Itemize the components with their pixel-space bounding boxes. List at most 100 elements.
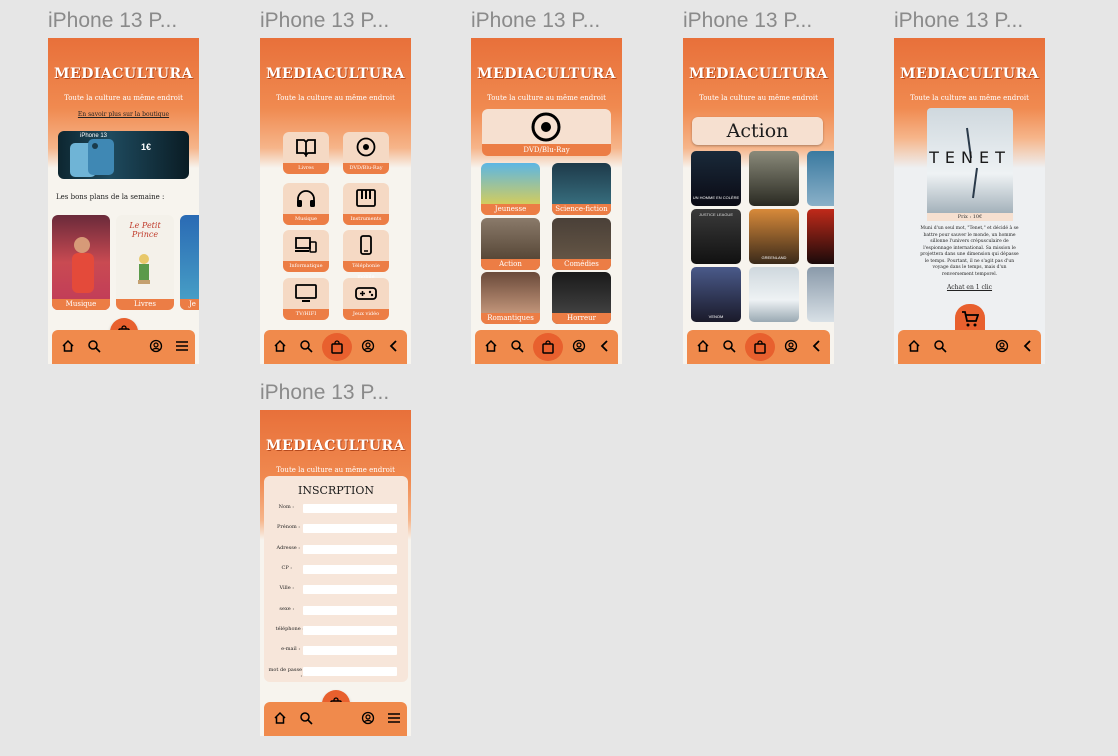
home-icon[interactable] — [484, 339, 498, 353]
genre-romance[interactable]: Romantiques — [481, 272, 540, 324]
deal-card-games[interactable]: Je — [180, 215, 199, 310]
tile-label: Jeux vidéo — [343, 309, 389, 320]
frame-label-5[interactable]: iPhone 13 P... — [894, 9, 1023, 33]
adresse-input[interactable] — [303, 545, 397, 554]
home-icon[interactable] — [907, 339, 921, 353]
bottom-nav — [898, 330, 1041, 364]
cart-button[interactable] — [322, 333, 352, 361]
ad-price: 1€ — [141, 142, 152, 152]
movie-poster[interactable]: VENOM — [691, 267, 741, 322]
phone-dvd-genres: MEDIACULTURA Toute la culture au même en… — [471, 38, 622, 364]
frame-label-4[interactable]: iPhone 13 P... — [683, 9, 812, 33]
menu-icon[interactable] — [387, 711, 401, 725]
field-label: Prénom : — [277, 524, 300, 530]
account-icon[interactable] — [361, 339, 375, 353]
cart-button[interactable] — [533, 333, 563, 361]
search-icon[interactable] — [299, 711, 313, 725]
phone-signup: MEDIACULTURA Toute la culture au même en… — [260, 410, 411, 736]
back-icon[interactable] — [387, 339, 401, 353]
email-input[interactable] — [303, 646, 397, 655]
phone-product: MEDIACULTURA Toute la culture au même en… — [894, 38, 1045, 364]
tile-books[interactable]: Livres — [283, 132, 329, 174]
movie-poster[interactable] — [807, 209, 834, 264]
account-icon[interactable] — [149, 339, 163, 353]
tile-tv[interactable]: TV/HIFI — [283, 278, 329, 320]
password-input[interactable] — [303, 667, 397, 676]
search-icon[interactable] — [722, 339, 736, 353]
disc-icon — [531, 112, 561, 142]
prenom-input[interactable] — [303, 524, 397, 533]
movie-poster[interactable] — [749, 151, 799, 206]
tile-mobile[interactable]: Téléphonie mobile — [343, 230, 389, 280]
brand-logo: MEDIACULTURA — [900, 66, 1039, 82]
account-icon[interactable] — [572, 339, 586, 353]
tile-label: Musique — [283, 214, 329, 225]
movie-poster[interactable] — [749, 267, 799, 322]
movie-poster[interactable]: JUSTICE LEAGUE — [691, 209, 741, 264]
shopping-bag-icon — [331, 340, 343, 354]
back-icon[interactable] — [1021, 339, 1035, 353]
home-icon[interactable] — [273, 339, 287, 353]
phone-image — [70, 139, 114, 177]
tagline: Toute la culture au même endroit — [699, 94, 818, 102]
tile-dvd[interactable]: DVD/Blu-Ray — [343, 132, 389, 174]
genre-scifi[interactable]: Science-fiction — [552, 163, 611, 215]
tile-games[interactable]: Jeux vidéo — [343, 278, 389, 320]
movie-poster[interactable]: UN HOMME EN COLÈRE — [691, 151, 741, 206]
deal-card-music[interactable]: Musique — [52, 215, 110, 310]
gamepad-icon — [355, 287, 377, 300]
search-icon[interactable] — [510, 339, 524, 353]
tagline: Toute la culture au même endroit — [276, 466, 395, 474]
home-icon[interactable] — [61, 339, 75, 353]
movie-poster[interactable] — [807, 267, 834, 322]
home-icon[interactable] — [696, 339, 710, 353]
tile-computers[interactable]: Informatique — [283, 230, 329, 272]
home-icon[interactable] — [273, 711, 287, 725]
search-icon[interactable] — [87, 339, 101, 353]
tagline: Toute la culture au même endroit — [910, 94, 1029, 102]
genre-action[interactable]: Action — [481, 218, 540, 270]
search-icon[interactable] — [299, 339, 313, 353]
genre-youth[interactable]: Jeunesse — [481, 163, 540, 215]
sexe-input[interactable] — [303, 606, 397, 615]
book-icon — [296, 139, 316, 157]
genre-horror[interactable]: Horreur — [552, 272, 611, 324]
menu-icon[interactable] — [175, 339, 189, 353]
ville-input[interactable] — [303, 585, 397, 594]
nom-input[interactable] — [303, 504, 397, 513]
telephone-input[interactable] — [303, 626, 397, 635]
tagline: Toute la culture au même endroit — [64, 94, 183, 102]
iphone-ad-banner[interactable]: iPhone 13 1€ — [58, 131, 189, 179]
genre-label: Romantiques — [481, 313, 540, 324]
search-icon[interactable] — [933, 339, 947, 353]
movie-poster[interactable]: GREENLAND — [749, 209, 799, 264]
frame-label-6[interactable]: iPhone 13 P... — [260, 381, 389, 405]
account-icon[interactable] — [784, 339, 798, 353]
shop-info-link[interactable]: En savoir plus sur la boutique — [48, 111, 199, 118]
back-icon[interactable] — [810, 339, 824, 353]
genre-comedy[interactable]: Comédies — [552, 218, 611, 270]
account-icon[interactable] — [995, 339, 1009, 353]
section-title: Les bons plans de la semaine : — [56, 193, 165, 201]
frame-label-1[interactable]: iPhone 13 P... — [48, 9, 177, 33]
frame-label-3[interactable]: iPhone 13 P... — [471, 9, 600, 33]
card-label: Musique — [52, 299, 110, 310]
phone-home: MEDIACULTURA Toute la culture au même en… — [48, 38, 199, 364]
product-price: Prix : 10€ — [927, 213, 1013, 221]
movie-poster[interactable] — [807, 151, 834, 206]
back-icon[interactable] — [598, 339, 612, 353]
one-click-buy-link[interactable]: Achat en 1 clic — [894, 284, 1045, 291]
tile-label: Instruments — [343, 214, 389, 225]
cp-input[interactable] — [303, 565, 397, 574]
account-icon[interactable] — [361, 711, 375, 725]
disc-icon — [356, 137, 376, 157]
tile-instruments[interactable]: Instruments — [343, 183, 389, 225]
tile-music[interactable]: Musique — [283, 183, 329, 225]
field-label: téléphone : — [275, 626, 304, 632]
book-title: Le Petit Prince — [129, 221, 161, 239]
deal-card-books[interactable]: Le Petit Prince Livres — [116, 215, 174, 310]
cart-button[interactable] — [745, 333, 775, 361]
card-label: Je — [180, 299, 199, 310]
tile-label: DVD/Blu-Ray — [343, 163, 389, 174]
frame-label-2[interactable]: iPhone 13 P... — [260, 9, 389, 33]
